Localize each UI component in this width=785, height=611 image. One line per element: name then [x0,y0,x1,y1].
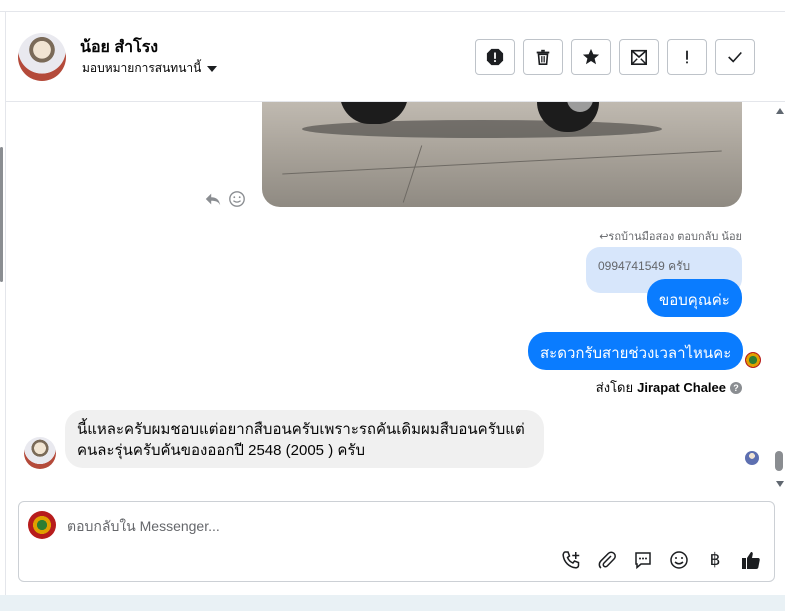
sender-avatar [745,352,761,368]
done-icon [728,51,742,63]
saved-replies-button[interactable] [631,548,655,572]
incoming-message-line: นี้แหละครับผมชอบแต่อยากสืบอนครับเพราะรถค… [77,421,525,438]
follow-up-button[interactable] [667,39,707,75]
payment-icon: ฿ [709,550,721,569]
mark-unread-icon [630,49,648,66]
contact-name[interactable]: น้อย สำโรง [80,35,158,60]
reply-context: ↩รถบ้านมือสอง ตอบกลับ น้อย [599,231,742,243]
saved-replies-icon [635,552,651,570]
pavement-line [402,145,423,203]
header-actions [475,39,755,75]
follow-up-icon [686,50,688,64]
reply-input[interactable] [67,517,757,535]
attachment-button[interactable] [595,548,619,572]
emoji-icon [670,551,688,569]
read-receipt-avatar [745,451,759,465]
scroll-up-arrow-icon[interactable] [776,108,784,114]
assign-conversation-label: มอบหมายการสนทนานี้ [82,61,202,75]
outgoing-message[interactable]: สะดวกรับสายช่วงเวลาไหนคะ [528,332,744,370]
page-avatar [28,511,56,539]
react-emoji-icon[interactable] [228,190,246,208]
like-icon [742,552,760,569]
left-scroll-thumb[interactable] [0,147,3,282]
message-composer: ฿ [18,501,775,582]
contact-avatar-small[interactable] [24,437,56,469]
message-actions [204,190,246,208]
window-top-edge [0,0,785,12]
sent-by-name: Jirapat Chalee [637,380,726,395]
window-bottom-edge [0,595,785,611]
car-shadow [302,120,662,138]
conversation-header: น้อย สำโรง มอบหมายการสนทนานี้ [6,13,785,102]
reply-icon[interactable] [204,190,222,208]
sent-by-info: ส่งโดย Jirapat Chalee ? [596,377,742,398]
thread-scrollbar[interactable] [773,102,785,495]
spam-icon [486,48,504,66]
outgoing-message[interactable]: ขอบคุณค่ะ [647,279,742,317]
like-button[interactable] [739,548,763,572]
shared-car-photo[interactable] [262,102,742,207]
assign-conversation-dropdown[interactable]: มอบหมายการสนทนานี้ [82,59,218,78]
payment-button[interactable]: ฿ [703,548,727,572]
call-add-button[interactable] [559,548,583,572]
emoji-button[interactable] [667,548,691,572]
message-thread[interactable]: ↩รถบ้านมือสอง ตอบกลับ น้อย 0994741549 คร… [6,102,773,495]
help-icon[interactable]: ? [730,381,742,394]
done-button[interactable] [715,39,755,75]
trash-icon [536,49,550,66]
attachment-icon [598,551,616,569]
sent-by-prefix: ส่งโดย [595,380,634,395]
star-icon [582,48,600,65]
call-add-icon [562,551,580,569]
chevron-down-icon [207,65,218,72]
mark-unread-button[interactable] [619,39,659,75]
incoming-message[interactable]: นี้แหละครับผมชอบแต่อยากสืบอนครับเพราะรถค… [65,410,544,468]
delete-button[interactable] [523,39,563,75]
star-button[interactable] [571,39,611,75]
incoming-message-line: คนละรุ่นครับคันของออกปี 2548 (2005 ) ครั… [77,442,365,459]
spam-button[interactable] [475,39,515,75]
contact-avatar[interactable] [18,33,66,81]
pavement-line [282,150,722,175]
composer-toolbar: ฿ [559,548,763,572]
scroll-down-arrow-icon[interactable] [776,481,784,487]
scroll-thumb[interactable] [775,451,783,471]
